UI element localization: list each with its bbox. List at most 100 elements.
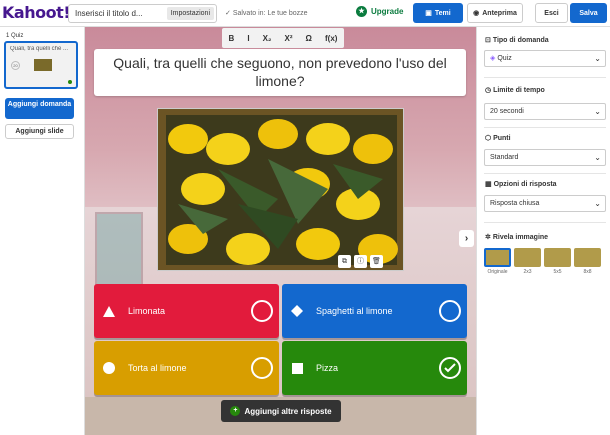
italic-button[interactable]: I: [247, 34, 249, 43]
image-tools: ⧉ ⓘ 🗑: [338, 255, 383, 268]
save-button[interactable]: Salva: [570, 3, 607, 23]
answer-options-value: Risposta chiusa: [490, 200, 540, 207]
answer-4[interactable]: Pizza: [282, 341, 467, 395]
add-more-answers-label: Aggiungi altre risposte: [244, 406, 332, 416]
background-poster: [95, 212, 143, 287]
add-slide-button[interactable]: Aggiungi slide: [5, 124, 74, 139]
answer-3[interactable]: Torta al limone: [94, 341, 279, 395]
answer-3-correct-toggle[interactable]: [251, 357, 273, 379]
answer-options-label-text: Opzioni di risposta: [493, 181, 557, 188]
equation-button[interactable]: f(x): [325, 34, 337, 43]
title-input[interactable]: Inserisci il titolo d...: [69, 9, 157, 18]
answer-2-label[interactable]: Spaghetti al limone: [316, 306, 439, 316]
kahoot-logo[interactable]: Kahoot!: [2, 3, 71, 22]
question-canvas: B I X₂ X² Ω f(x) Quali, tra quelli che s…: [85, 27, 476, 435]
answer-1-correct-toggle[interactable]: [251, 300, 273, 322]
divider: [484, 173, 606, 174]
crop-icon[interactable]: ⧉: [338, 255, 351, 268]
question-type-value: Quiz: [497, 55, 512, 62]
question-type-label: ⊡ Tipo di domanda: [485, 36, 549, 44]
reveal-thumb: [574, 248, 601, 267]
answer-4-correct-toggle[interactable]: [439, 357, 461, 379]
info-icon[interactable]: ⓘ: [354, 255, 367, 268]
themes-button[interactable]: ▣ Temi: [413, 3, 463, 23]
reveal-option-label: 2x3: [523, 269, 532, 275]
triangle-icon: [102, 305, 116, 317]
reveal-option-label: 8x8: [583, 269, 592, 275]
chevron-right-icon[interactable]: ›: [459, 230, 474, 247]
time-limit-value: 20 secondi: [490, 108, 524, 115]
question-input[interactable]: Quali, tra quelli che seguono, non preve…: [94, 49, 466, 96]
slides-sidebar: 1 Quiz Quali, tra quelli che ... 20 Aggi…: [0, 27, 85, 435]
slide-timer: 20: [11, 61, 20, 70]
subscript-button[interactable]: X₂: [263, 34, 272, 43]
eye-icon: ◉: [473, 10, 480, 17]
superscript-button[interactable]: X²: [285, 34, 293, 43]
time-limit-select[interactable]: 20 secondi ⌄: [484, 103, 606, 120]
chevron-down-icon: ⌄: [594, 54, 601, 63]
divider: [484, 77, 606, 78]
reveal-option-label: 5x5: [553, 269, 562, 275]
special-chars-button[interactable]: Ω: [306, 34, 312, 43]
reveal-option-label: Originale: [487, 269, 508, 275]
reveal-thumb: [544, 248, 571, 267]
reveal-thumb: [484, 248, 511, 267]
preview-label: Anteprima: [482, 9, 517, 17]
slide-thumbnail-image: [34, 59, 52, 71]
save-status-text: Salvato in: Le tue bozze: [232, 10, 308, 17]
points-select[interactable]: Standard ⌄: [484, 149, 606, 166]
diamond-icon: [290, 305, 304, 317]
answer-2[interactable]: Spaghetti al limone: [282, 284, 467, 338]
sparkle-icon: ✲: [485, 234, 493, 241]
slide-thumbnail-text: Quali, tra quelli che ...: [10, 46, 69, 52]
time-limit-label: ◷ Limite di tempo: [485, 86, 545, 94]
check-icon: ✓: [225, 10, 233, 17]
reveal-option-original[interactable]: Originale: [484, 248, 511, 275]
preview-button[interactable]: ◉ Anteprima: [467, 3, 523, 23]
question-image[interactable]: [157, 108, 404, 271]
bold-button[interactable]: B: [229, 34, 235, 43]
reveal-option-5x5[interactable]: 5x5: [544, 248, 571, 275]
status-dot: [68, 80, 72, 84]
trash-icon[interactable]: 🗑: [370, 255, 383, 268]
reveal-image-label: ✲ Rivela immagine: [485, 233, 548, 241]
answer-1-label[interactable]: Limonata: [128, 306, 251, 316]
answer-3-label[interactable]: Torta al limone: [128, 363, 251, 373]
chevron-down-icon: ⌄: [594, 107, 601, 116]
save-status: ✓ Salvato in: Le tue bozze: [225, 9, 308, 17]
reveal-thumb: [514, 248, 541, 267]
title-field[interactable]: Inserisci il titolo d... Impostazioni: [68, 4, 217, 23]
palette-icon: ▣: [425, 10, 432, 17]
clock-icon: ◷: [485, 87, 494, 94]
lemons-photo: [158, 109, 403, 270]
circle-icon: [102, 362, 116, 374]
add-question-button[interactable]: Aggiungi domanda: [5, 98, 74, 119]
points-label: ⬡ Punti: [485, 134, 511, 142]
star-icon: ★: [356, 6, 367, 17]
reveal-option-2x3[interactable]: 2x3: [514, 248, 541, 275]
answer-4-label[interactable]: Pizza: [316, 363, 439, 373]
answer-2-correct-toggle[interactable]: [439, 300, 461, 322]
slide-number: 1 Quiz: [6, 33, 24, 39]
question-type-icon: ⊡: [485, 37, 493, 44]
reveal-option-8x8[interactable]: 8x8: [574, 248, 601, 275]
divider: [484, 222, 606, 223]
text-format-toolbar: B I X₂ X² Ω f(x): [222, 28, 344, 48]
exit-button[interactable]: Esci: [535, 3, 568, 23]
question-type-select[interactable]: ◈ Quiz ⌄: [484, 50, 606, 67]
plus-icon: +: [230, 406, 241, 416]
answer-options-select[interactable]: Risposta chiusa ⌄: [484, 195, 606, 212]
upgrade-button[interactable]: ★ Upgrade: [356, 6, 403, 17]
checkmark-icon: [444, 363, 456, 373]
chevron-down-icon: ⌄: [594, 199, 601, 208]
points-value: Standard: [490, 154, 519, 161]
upgrade-label: Upgrade: [371, 7, 404, 16]
reveal-image-label-text: Rivela immagine: [492, 234, 549, 241]
slide-thumbnail[interactable]: Quali, tra quelli che ... 20: [4, 41, 78, 89]
settings-button[interactable]: Impostazioni: [166, 7, 214, 20]
points-icon: ⬡: [485, 135, 494, 142]
question-type-label-text: Tipo di domanda: [492, 37, 549, 44]
add-more-answers-button[interactable]: + Aggiungi altre risposte: [221, 400, 341, 422]
points-label-text: Punti: [493, 135, 511, 142]
answer-1[interactable]: Limonata: [94, 284, 279, 338]
